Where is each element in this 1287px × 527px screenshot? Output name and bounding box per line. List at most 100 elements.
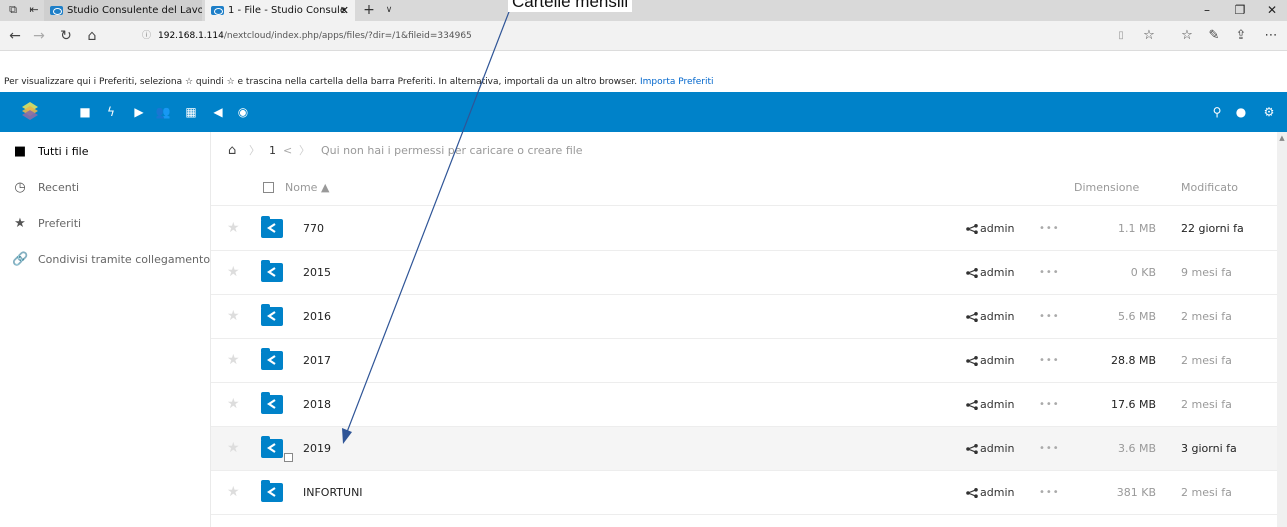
home-icon[interactable]: ⌂ bbox=[84, 28, 100, 44]
share-owner[interactable]: admin bbox=[966, 295, 1014, 339]
scroll-up-icon[interactable]: ▲ bbox=[1278, 134, 1286, 142]
site-info-icon[interactable]: ⓘ bbox=[142, 26, 151, 46]
url-path: /nextcloud/index.php/apps/files/?dir=/1&… bbox=[223, 31, 472, 41]
share-owner[interactable]: admin bbox=[966, 471, 1014, 515]
favorite-star-icon[interactable]: ★ bbox=[227, 353, 241, 367]
file-name[interactable]: 2017 bbox=[303, 339, 331, 383]
file-name[interactable]: 770 bbox=[303, 207, 324, 251]
table-row[interactable]: ★ 2015 admin ••• 0 KB 9 mesi fa bbox=[211, 251, 1277, 295]
refresh-icon[interactable]: ↻ bbox=[58, 28, 74, 44]
file-name[interactable]: INFORTUNI bbox=[303, 471, 363, 515]
activity-app-icon[interactable]: ϟ bbox=[103, 104, 119, 120]
owner-label: admin bbox=[980, 486, 1015, 499]
files-app-icon[interactable]: ■ bbox=[77, 104, 93, 120]
sidebar-item-favorites[interactable]: ★ Preferiti bbox=[0, 206, 211, 242]
clock-icon: ◷ bbox=[14, 180, 26, 195]
table-row[interactable]: ★ 770 admin ••• 1.1 MB 22 giorni fa bbox=[211, 207, 1277, 251]
table-row[interactable]: ★ 2019 admin ••• 3.6 MB 3 giorni fa bbox=[211, 427, 1277, 471]
set-tabs-aside-icon[interactable]: ⇤ bbox=[27, 4, 41, 16]
file-name[interactable]: 2016 bbox=[303, 295, 331, 339]
share-owner[interactable]: admin bbox=[966, 339, 1014, 383]
share-browser-icon[interactable]: ⇪ bbox=[1232, 27, 1250, 45]
globe-app-icon[interactable]: ◉ bbox=[235, 104, 251, 120]
browser-tab-2[interactable]: 1 - File - Studio Consule ✕ bbox=[205, 0, 355, 21]
notifications-icon[interactable]: ● bbox=[1233, 104, 1249, 120]
breadcrumb-current-folder[interactable]: 1 bbox=[269, 132, 276, 170]
close-window-icon[interactable]: ✕ bbox=[1260, 0, 1284, 21]
more-actions-icon[interactable]: ••• bbox=[1039, 471, 1060, 515]
announcements-app-icon[interactable]: ◀ bbox=[210, 104, 226, 120]
studio-logo-icon[interactable] bbox=[19, 100, 41, 122]
annotation-label: Cartelle mensili bbox=[508, 0, 633, 12]
column-header-size[interactable]: Dimensione bbox=[1074, 170, 1139, 206]
favorite-star-icon[interactable]: ★ bbox=[227, 485, 241, 499]
favorite-star-icon[interactable]: ★ bbox=[227, 441, 241, 455]
file-name[interactable]: 2019 bbox=[303, 427, 331, 471]
sidebar-item-recent[interactable]: ◷ Recenti bbox=[0, 170, 211, 206]
tab-title: Studio Consulente del Lavoı bbox=[67, 5, 202, 16]
share-owner[interactable]: admin bbox=[966, 207, 1014, 251]
favorite-star-icon[interactable]: ★ bbox=[227, 221, 241, 235]
new-tab-icon[interactable]: + bbox=[362, 3, 376, 17]
sidebar-item-label: Tutti i file bbox=[38, 145, 89, 158]
share-owner[interactable]: admin bbox=[966, 427, 1014, 471]
tab-actions-icon[interactable]: ⧉ bbox=[6, 4, 20, 16]
modified-date: 2 mesi fa bbox=[1181, 310, 1232, 323]
table-row[interactable]: ★ 2016 admin ••• 5.6 MB 2 mesi fa bbox=[211, 295, 1277, 339]
address-bar-row: ← → ↻ ⌂ ⓘ 192.168.1.114/nextcloud/index.… bbox=[0, 21, 1287, 51]
row-select-checkbox[interactable] bbox=[284, 453, 293, 462]
column-header-modified[interactable]: Modificato bbox=[1181, 170, 1238, 206]
more-actions-icon[interactable]: ••• bbox=[1039, 207, 1060, 251]
more-actions-icon[interactable]: ••• bbox=[1039, 251, 1060, 295]
select-all-checkbox[interactable] bbox=[263, 182, 274, 193]
favorite-star-icon[interactable]: ★ bbox=[227, 397, 241, 411]
link-icon: 🔗 bbox=[12, 252, 29, 267]
video-call-app-icon[interactable]: ▶ bbox=[131, 104, 147, 120]
web-note-icon[interactable]: ✎ bbox=[1205, 27, 1223, 45]
search-icon[interactable]: ⚲ bbox=[1209, 104, 1225, 120]
tab-list-chevron-icon[interactable]: ∨ bbox=[382, 4, 396, 16]
shared-folder-icon bbox=[261, 348, 283, 370]
restore-icon[interactable]: ❐ bbox=[1228, 0, 1252, 21]
favorite-star-icon[interactable]: ★ bbox=[227, 265, 241, 279]
home-breadcrumb-icon[interactable]: ⌂ bbox=[228, 132, 236, 170]
share-owner[interactable]: admin bbox=[966, 251, 1014, 295]
table-row[interactable]: ★ 2018 admin ••• 17.6 MB 2 mesi fa bbox=[211, 383, 1277, 427]
sidebar-item-shared-by-link[interactable]: 🔗 Condivisi tramite collegamento bbox=[0, 242, 211, 278]
column-header-name[interactable]: Nome ▲ bbox=[285, 170, 329, 206]
file-name[interactable]: 2018 bbox=[303, 383, 331, 427]
forward-icon[interactable]: → bbox=[31, 28, 47, 44]
more-actions-icon[interactable]: ••• bbox=[1039, 383, 1060, 427]
sidebar-item-label: Condivisi tramite collegamento bbox=[38, 253, 211, 266]
contacts-app-icon[interactable]: 👥 bbox=[155, 104, 171, 120]
nextcloud-favicon-icon bbox=[211, 5, 224, 15]
favorites-bar: Per visualizzare qui i Preferiti, selezi… bbox=[0, 72, 1287, 92]
browser-tab-1[interactable]: Studio Consulente del Lavoı bbox=[44, 0, 202, 21]
tab-title: 1 - File - Studio Consule bbox=[228, 5, 346, 16]
table-row[interactable]: ★ INFORTUNI admin ••• 381 KB 2 mesi fa bbox=[211, 471, 1277, 515]
url-field[interactable]: ⓘ 192.168.1.114/nextcloud/index.php/apps… bbox=[142, 26, 987, 46]
import-favorites-link[interactable]: Importa Preferiti bbox=[640, 77, 714, 87]
more-menu-icon[interactable]: ⋯ bbox=[1262, 27, 1280, 45]
minimize-icon[interactable]: – bbox=[1195, 0, 1219, 21]
settings-gear-icon[interactable]: ⚙ bbox=[1261, 104, 1277, 120]
owner-label: admin bbox=[980, 266, 1015, 279]
more-actions-icon[interactable]: ••• bbox=[1039, 427, 1060, 471]
share-breadcrumb-icon[interactable]: < bbox=[283, 132, 292, 170]
scrollbar[interactable]: ▲ bbox=[1277, 132, 1287, 527]
favorite-star-icon[interactable]: ☆ bbox=[1140, 27, 1158, 45]
favorite-star-icon[interactable]: ★ bbox=[227, 309, 241, 323]
sidebar-item-all-files[interactable]: ■ Tutti i file bbox=[0, 134, 211, 170]
file-size: 381 KB bbox=[1116, 486, 1156, 499]
favorites-hub-icon[interactable]: ☆ bbox=[1178, 27, 1196, 45]
calendar-app-icon[interactable]: ▦ bbox=[183, 104, 199, 120]
file-name[interactable]: 2015 bbox=[303, 251, 331, 295]
more-actions-icon[interactable]: ••• bbox=[1039, 339, 1060, 383]
close-tab-icon[interactable]: ✕ bbox=[340, 0, 349, 21]
table-row[interactable]: ★ 2017 admin ••• 28.8 MB 2 mesi fa bbox=[211, 339, 1277, 383]
reading-view-icon[interactable]: ▯ bbox=[1112, 27, 1130, 45]
share-owner[interactable]: admin bbox=[966, 383, 1014, 427]
back-icon[interactable]: ← bbox=[7, 28, 23, 44]
more-actions-icon[interactable]: ••• bbox=[1039, 295, 1060, 339]
breadcrumb-separator: 〉 bbox=[299, 144, 310, 157]
